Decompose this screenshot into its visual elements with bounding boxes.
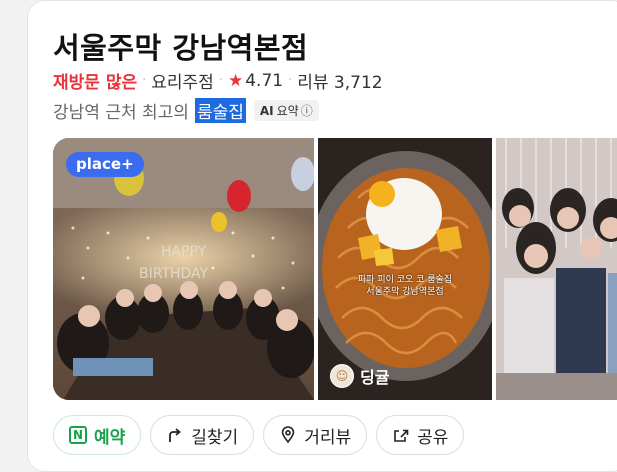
noodle-dish-image [318, 138, 492, 400]
author-avatar: ☺ [330, 364, 354, 388]
share-button[interactable]: 공유 [376, 415, 465, 455]
separator-dot: · [218, 73, 223, 88]
share-icon [392, 426, 410, 444]
ai-summary-label: 요약 [276, 104, 299, 118]
star-icon: ★ [227, 70, 244, 91]
photo-party-room[interactable]: HAPPY BIRTHDAY place+ [53, 138, 314, 400]
reviews-link[interactable]: 리뷰 3,712 [297, 68, 382, 93]
info-icon: ⓘ [300, 104, 313, 118]
separator-dot: · [288, 73, 293, 88]
svg-text:HAPPY: HAPPY [161, 244, 207, 260]
place-name[interactable]: 서울주막 강남역본점 [53, 25, 308, 67]
description-keyword: 룸술집 [194, 98, 246, 123]
directions-button[interactable]: 길찾기 [150, 415, 255, 455]
street-view-button[interactable]: 거리뷰 [263, 415, 368, 455]
reserve-label: 예약 [94, 427, 126, 448]
author-name: 딩귤 [360, 368, 390, 387]
noodle-caption: 파파 피이 코오 코 룸술집 서울주막 강남역본점 [318, 274, 492, 298]
place-description: 강남역 근처 최고의 룸술집 AI 요약 ⓘ [53, 98, 319, 123]
n-calendar-icon: N [69, 426, 87, 444]
noodle-caption-line1: 파파 피이 코오 코 룸술집 [357, 275, 453, 285]
category-label: 요리주점 [151, 73, 214, 93]
rating-value: 4.71 [245, 70, 284, 91]
location-pin-icon [279, 426, 297, 444]
place-plus-badge: place+ [66, 152, 144, 177]
turn-arrow-icon [166, 426, 184, 444]
place-meta: 재방문 많은 · 요리주점 · ★ 4.71 · 리뷰 3,712 [53, 68, 383, 94]
reviews-label: 리뷰 [297, 73, 329, 93]
share-label: 공유 [417, 427, 449, 448]
street-view-label: 거리뷰 [304, 427, 352, 448]
party-room-image: HAPPY BIRTHDAY [53, 138, 314, 400]
highlight-tag: 재방문 많은 [53, 73, 138, 93]
photo-group[interactable] [496, 138, 617, 400]
svg-text:BIRTHDAY: BIRTHDAY [139, 266, 209, 282]
photo-author[interactable]: ☺ 딩귤 [330, 364, 389, 388]
photo-noodles[interactable]: 파파 피이 코오 코 룸술집 서울주막 강남역본점 ☺ 딩귤 [318, 138, 492, 400]
reviews-count: 3,712 [333, 73, 383, 93]
ai-summary-badge[interactable]: AI 요약 ⓘ [253, 100, 319, 121]
ai-label: AI [259, 103, 274, 118]
noodle-caption-line2: 서울주막 강남역본점 [366, 287, 444, 297]
reserve-button[interactable]: N 예약 [53, 415, 142, 455]
place-card: 서울주막 강남역본점 재방문 많은 · 요리주점 · ★ 4.71 · 리뷰 3… [27, 0, 617, 472]
action-bar: N 예약 길찾기 거리뷰 공유 [53, 415, 465, 455]
description-text: 강남역 근처 최고의 [53, 103, 189, 123]
directions-label: 길찾기 [191, 427, 239, 448]
group-photo-image [496, 138, 617, 400]
separator-dot: · [142, 73, 147, 88]
